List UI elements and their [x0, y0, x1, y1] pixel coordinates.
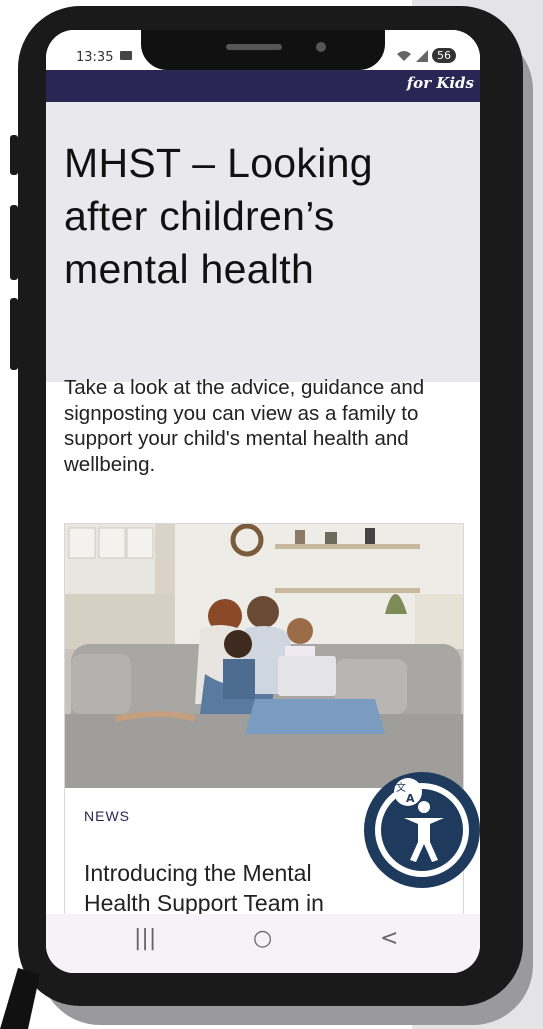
phone-volume-button-2 — [10, 298, 18, 370]
camera-notch — [141, 30, 385, 70]
family-photo — [65, 524, 463, 788]
translate-icon: 文 A — [396, 781, 415, 805]
card-title[interactable]: Introducing the Mental Health Support Te… — [84, 859, 384, 919]
phone-power-button — [513, 235, 521, 350]
recent-apps-button[interactable]: ||| — [134, 926, 156, 951]
back-button[interactable]: < — [380, 926, 398, 951]
svg-text:文: 文 — [396, 781, 406, 794]
message-icon — [120, 51, 132, 60]
accessibility-icon — [375, 778, 469, 877]
phone-screen: 13:35 56 for Kids MHST – Looking after c… — [46, 30, 480, 973]
card-tag: NEWS — [84, 808, 130, 824]
home-button[interactable]: ○ — [253, 926, 272, 951]
card-image[interactable] — [65, 524, 463, 788]
site-logo[interactable]: for Kids — [407, 74, 474, 92]
battery-badge: 56 — [432, 48, 456, 63]
page-title: MHST – Looking after children’s mental h… — [64, 140, 373, 292]
accessibility-button[interactable]: 文 A — [364, 772, 480, 888]
phone-side-button — [10, 135, 18, 175]
wifi-icon — [397, 50, 411, 61]
speaker-grille — [226, 44, 282, 50]
stylus-decoration — [0, 968, 40, 1029]
site-header: for Kids — [46, 70, 480, 102]
front-camera — [316, 42, 326, 52]
intro-text: Take a look at the advice, guidance and … — [64, 376, 425, 476]
signal-icon — [416, 49, 428, 62]
status-time: 13:35 — [76, 50, 114, 65]
hero-section: MHST – Looking after children’s mental h… — [46, 102, 480, 382]
status-icons: 56 — [396, 48, 456, 63]
phone-volume-button — [10, 205, 18, 280]
system-nav-bar: ||| ○ < — [46, 914, 480, 973]
news-card[interactable]: NEWS Introducing the Mental Health Suppo… — [64, 523, 464, 973]
svg-text:A: A — [406, 792, 415, 805]
